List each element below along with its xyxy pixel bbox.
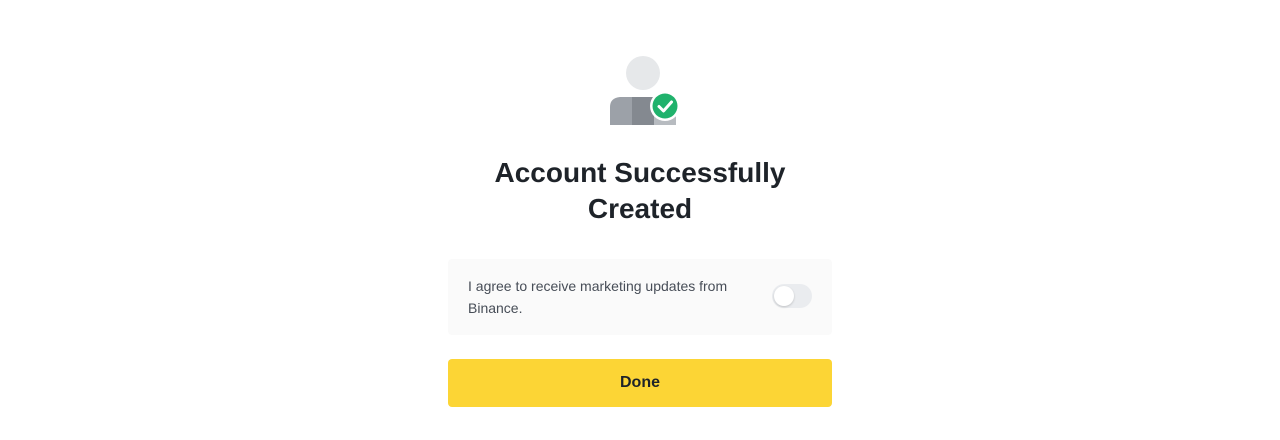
done-button[interactable]: Done (448, 359, 832, 407)
marketing-consent-box: I agree to receive marketing updates fro… (448, 259, 832, 335)
title-line-2: Created (587, 193, 693, 224)
page-title: Account Successfully Created (440, 155, 840, 227)
user-verified-icon (608, 55, 682, 127)
toggle-knob (774, 286, 794, 306)
title-line-1: Account Successfully (494, 157, 786, 188)
account-created-page: Account Successfully Created I agree to … (0, 0, 1280, 440)
marketing-consent-label: I agree to receive marketing updates fro… (468, 278, 728, 316)
marketing-consent-toggle[interactable] (772, 284, 812, 308)
